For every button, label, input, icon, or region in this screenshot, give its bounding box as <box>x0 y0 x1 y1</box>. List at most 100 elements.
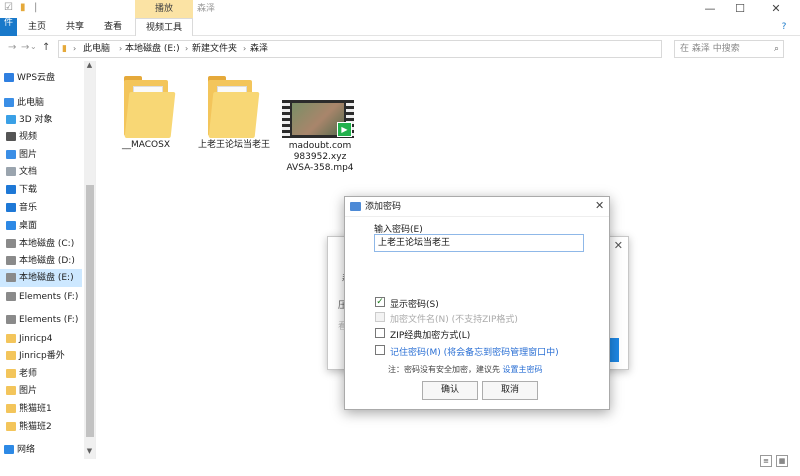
folder-icon <box>6 404 16 413</box>
folder-icon[interactable]: ▮ <box>20 2 26 13</box>
sidebar-item[interactable]: 本地磁盘 (C:) <box>0 235 82 253</box>
window-title: 森泽 <box>197 4 216 14</box>
sidebar-item[interactable]: Elements (F:) <box>0 288 82 306</box>
computer-icon <box>4 98 14 107</box>
encrypt-filenames-checkbox <box>375 312 385 322</box>
sidebar-item[interactable]: 网络 <box>0 441 82 459</box>
search-icon[interactable]: ⌕ <box>774 41 779 57</box>
address-bar[interactable]: ▮ › 此电脑 › 本地磁盘 (E:) › 新建文件夹 › 森泽 <box>58 40 662 58</box>
sidebar-item[interactable]: 桌面 <box>0 217 82 235</box>
remember-password-label[interactable]: 记住密码(M) (将会备忘到密码管理窗口中) <box>390 345 559 358</box>
large-icons-view-icon[interactable]: ▦ <box>776 455 788 467</box>
tab-video-tools[interactable]: 视频工具 <box>135 18 193 36</box>
status-bar <box>0 459 800 476</box>
folder-icon[interactable] <box>124 76 176 140</box>
forward-arrow-icon[interactable]: → <box>21 42 29 53</box>
zip-classic-checkbox[interactable] <box>375 328 385 338</box>
encrypt-filenames-label: 加密文件名(N) (不支持ZIP格式) <box>390 315 518 325</box>
breadcrumb-this-pc[interactable]: 此电脑 <box>83 41 110 57</box>
show-password-label[interactable]: 显示密码(S) <box>390 297 439 310</box>
ok-button[interactable]: 确认 <box>422 381 478 400</box>
sidebar-item-label: Jinricp番外 <box>19 351 65 361</box>
sidebar-item-label: 视频 <box>19 132 38 142</box>
show-password-checkbox[interactable]: ✓ <box>375 297 385 307</box>
sidebar-item[interactable]: Jinricp4 <box>0 330 82 348</box>
sidebar-item[interactable]: 熊猫班2 <box>0 418 82 436</box>
up-arrow-icon[interactable]: ↑ <box>42 42 50 53</box>
close-icon[interactable]: ✕ <box>614 239 623 252</box>
chevron-right-icon[interactable]: › <box>185 41 188 57</box>
tab-view[interactable]: 查看 <box>100 18 126 36</box>
folder-icon <box>6 422 16 431</box>
close-button[interactable]: ✕ <box>760 0 792 18</box>
sidebar-item[interactable]: Jinricp番外 <box>0 347 82 365</box>
breadcrumb-drive-e[interactable]: 本地磁盘 (E:) <box>125 41 180 57</box>
file-name-video[interactable]: madoubt.com 983952.xyz AVSA-358.mp4 <box>280 141 360 174</box>
sidebar-item[interactable]: Elements (F:) <box>0 311 82 329</box>
sidebar-item-label: Jinricp4 <box>19 334 53 344</box>
cloud-icon <box>4 73 14 82</box>
breadcrumb-new-folder[interactable]: 新建文件夹 <box>192 41 237 57</box>
sidebar-item[interactable]: 音乐 <box>0 199 82 217</box>
zip-classic-label[interactable]: ZIP经典加密方式(L) <box>390 328 470 341</box>
sidebar-scrollbar-thumb[interactable] <box>86 185 94 437</box>
remember-password-checkbox[interactable] <box>375 345 385 355</box>
sidebar-item[interactable]: 熊猫班1 <box>0 400 82 418</box>
sidebar-item[interactable]: 图片 <box>0 382 82 400</box>
sidebar-item[interactable]: 3D 对象 <box>0 111 82 129</box>
chevron-right-icon[interactable]: › <box>243 41 246 57</box>
sidebar-item-label: 熊猫班2 <box>19 422 52 432</box>
maximize-button[interactable]: ☐ <box>724 0 756 18</box>
separator-icon: | <box>34 2 38 13</box>
sidebar-item-label: 3D 对象 <box>19 115 53 125</box>
cancel-button[interactable]: 取消 <box>482 381 538 400</box>
sidebar-item-label: 熊猫班1 <box>19 404 52 414</box>
drive-icon <box>6 273 16 282</box>
tab-file[interactable]: 件 <box>0 18 17 36</box>
download-icon <box>6 185 16 194</box>
sidebar-item-label: 图片 <box>19 386 38 396</box>
sidebar-item[interactable]: 视频 <box>0 128 82 146</box>
back-arrow-icon[interactable]: → <box>8 42 16 53</box>
search-input[interactable]: 在 森泽 中搜索 ⌕ <box>674 40 784 58</box>
chevron-right-icon[interactable]: › <box>73 41 76 57</box>
folder-icon <box>6 369 16 378</box>
folder-icon[interactable] <box>208 76 260 140</box>
help-icon[interactable]: ? <box>778 18 790 36</box>
sidebar-item[interactable]: 本地磁盘 (E:) <box>0 269 82 287</box>
folder-icon <box>6 386 16 395</box>
chevron-down-icon[interactable]: ⌄ <box>30 42 37 51</box>
sidebar-item[interactable]: 图片 <box>0 146 82 164</box>
sidebar-item[interactable]: 本地磁盘 (D:) <box>0 252 82 270</box>
sidebar-item[interactable]: 老师 <box>0 365 82 383</box>
sidebar-item-label: 本地磁盘 (C:) <box>19 239 75 249</box>
folder-icon <box>6 334 16 343</box>
scroll-down-arrow-icon[interactable]: ▼ <box>84 447 95 455</box>
title-bar: ☑ ▮ | 播放 森泽 — ☐ ✕ <box>0 0 800 18</box>
sidebar-item[interactable]: 文档 <box>0 163 82 181</box>
dialog-close-button[interactable]: ✕ <box>595 199 604 212</box>
document-icon <box>6 167 16 176</box>
ribbon-tabs: 件 主页 共享 查看 视频工具 ? <box>0 18 800 36</box>
drive-icon <box>6 315 16 324</box>
film-icon <box>6 132 16 141</box>
scroll-up-arrow-icon[interactable]: ▲ <box>84 61 95 69</box>
password-input[interactable]: 上老王论坛当老王 <box>374 234 584 252</box>
chevron-right-icon[interactable]: › <box>119 41 122 57</box>
check-icon[interactable]: ☑ <box>4 2 13 13</box>
tab-home[interactable]: 主页 <box>24 18 50 36</box>
set-master-password-link[interactable]: 设置主密码 <box>503 365 543 374</box>
tab-share[interactable]: 共享 <box>62 18 88 36</box>
security-note-text: 注：密码没有安全加密，建议先 <box>388 365 500 374</box>
network-icon <box>4 445 14 454</box>
file-name-folder-2[interactable]: 上老王论坛当老王 <box>196 140 272 151</box>
sidebar-item[interactable]: WPS云盘 <box>0 69 82 87</box>
file-name-macosx[interactable]: __MACOSX <box>110 140 182 151</box>
cube-icon <box>6 115 16 124</box>
breadcrumb-senze[interactable]: 森泽 <box>250 41 268 57</box>
sidebar-item[interactable]: 此电脑 <box>0 94 82 112</box>
tab-play-tools[interactable]: 播放 <box>135 0 193 18</box>
minimize-button[interactable]: — <box>694 0 726 18</box>
sidebar-item[interactable]: 下载 <box>0 181 82 199</box>
details-view-icon[interactable]: ≡ <box>760 455 772 467</box>
